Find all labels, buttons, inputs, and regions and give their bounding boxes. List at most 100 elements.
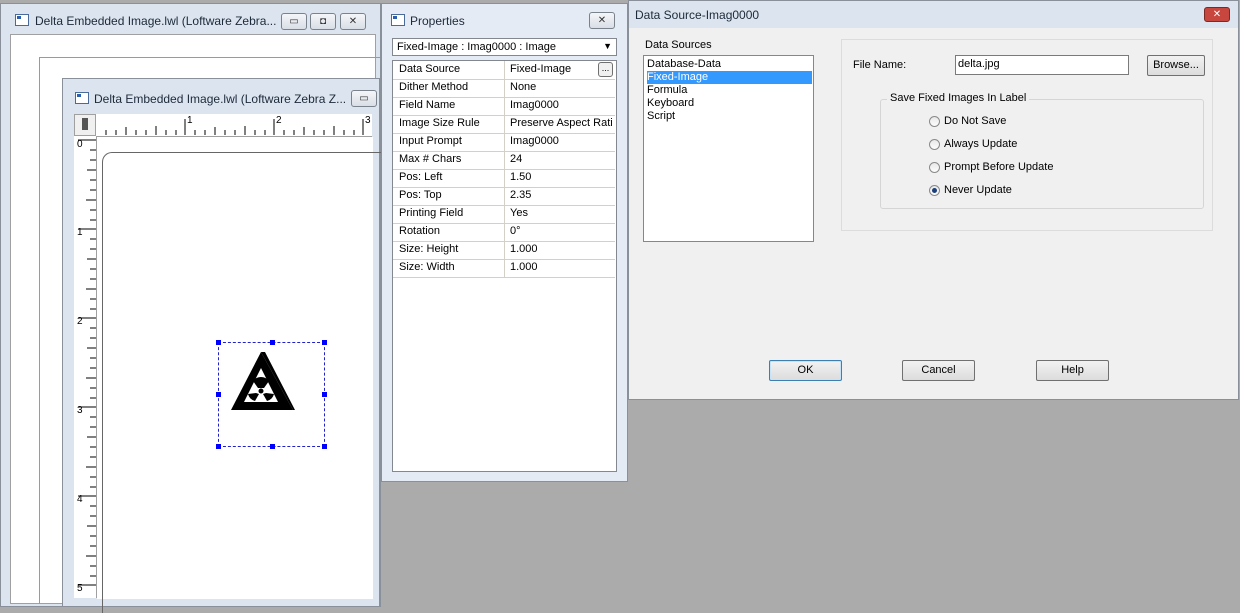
properties-icon	[391, 14, 405, 26]
property-row[interactable]: Size: Width 1.000	[393, 259, 615, 278]
object-selector-value: Fixed-Image : Imag0000 : Image	[397, 41, 556, 53]
ruler-corner	[74, 114, 96, 136]
file-name-label: File Name:	[853, 59, 907, 71]
resize-handle[interactable]	[216, 340, 221, 345]
property-value: 1.50	[510, 171, 532, 183]
property-key: Dither Method	[399, 81, 469, 93]
property-row[interactable]: Rotation 0°	[393, 223, 615, 242]
property-key: Input Prompt	[399, 135, 462, 147]
resize-handle[interactable]	[216, 392, 221, 397]
property-key: Size: Height	[399, 243, 459, 255]
list-item[interactable]: Keyboard	[647, 97, 812, 110]
properties-title: Properties	[410, 14, 465, 28]
resize-handle[interactable]	[216, 444, 221, 449]
browse-button[interactable]: Browse...	[1147, 55, 1205, 76]
property-key: Max # Chars	[399, 153, 462, 165]
property-key: Pos: Left	[399, 171, 443, 183]
list-item[interactable]: Database-Data	[647, 58, 812, 71]
property-value: Preserve Aspect Rati	[510, 117, 613, 129]
ruler-ticks	[105, 119, 364, 135]
property-key: Field Name	[399, 99, 456, 111]
cancel-button[interactable]: Cancel	[902, 360, 975, 381]
property-key: Pos: Top	[399, 189, 442, 201]
radio-label: Do Not Save	[944, 115, 1007, 127]
property-row[interactable]: Input Prompt Imag0000	[393, 133, 615, 152]
property-row[interactable]: Printing Field Yes	[393, 205, 615, 224]
property-value: 2.35	[510, 189, 532, 201]
property-value: 1.000	[510, 243, 538, 255]
data-source-dialog: Data Source-Imag0000 ✕ Data Sources Data…	[628, 0, 1239, 400]
property-row[interactable]: Dither Method None	[393, 79, 615, 98]
property-row[interactable]: Size: Height 1.000	[393, 241, 615, 260]
property-key: Printing Field	[399, 207, 464, 219]
resize-handle[interactable]	[270, 444, 275, 449]
vertical-ruler: 0 1 2 3 4 5	[74, 136, 97, 598]
property-key: Data Source	[399, 63, 461, 75]
object-selector[interactable]: Fixed-Image : Imag0000 : Image ▼	[392, 38, 617, 56]
ellipsis-button[interactable]: ...	[598, 62, 613, 77]
property-key: Size: Width	[399, 261, 455, 273]
radio-do-not-save[interactable]	[929, 116, 940, 127]
dialog-titlebar: Data Source-Imag0000 ✕	[629, 1, 1238, 28]
radio-prompt-before-update[interactable]	[929, 162, 940, 173]
minimize-button[interactable]: ▭	[351, 90, 377, 107]
ruler-ticks	[78, 139, 96, 586]
ruler-number: 3	[365, 115, 371, 126]
radio-label: Never Update	[944, 184, 1012, 196]
list-item[interactable]: Formula	[647, 84, 812, 97]
property-row[interactable]: Data Source Fixed-Image ...	[393, 61, 615, 80]
radio-always-update[interactable]	[929, 139, 940, 150]
app-icon	[75, 92, 89, 104]
ok-button[interactable]: OK	[769, 360, 842, 381]
app-icon	[15, 14, 29, 26]
radio-label: Prompt Before Update	[944, 161, 1054, 173]
property-grid: Data Source Fixed-Image ... Dither Method…	[392, 60, 617, 472]
help-button[interactable]: Help	[1036, 360, 1109, 381]
minimize-button[interactable]: ▭	[281, 13, 307, 30]
radio-never-update[interactable]	[929, 185, 940, 196]
property-row[interactable]: Image Size Rule Preserve Aspect Rati	[393, 115, 615, 134]
maximize-button[interactable]: ◘	[310, 13, 336, 30]
property-value: None	[510, 81, 537, 93]
options-panel: File Name: delta.jpg Browse... Save Fixe…	[841, 39, 1213, 231]
ruler-number: 5	[77, 583, 83, 594]
list-item[interactable]: Script	[647, 110, 812, 123]
property-value: Yes	[510, 207, 528, 219]
editor-window-front: Delta Embedded Image.lwl (Loftware Zebra…	[62, 78, 383, 613]
resize-handle[interactable]	[270, 340, 275, 345]
property-value: Imag0000	[510, 99, 559, 111]
property-value: Imag0000	[510, 135, 559, 147]
ruler-number: 1	[77, 227, 83, 238]
property-value: 0°	[510, 225, 521, 237]
design-surface[interactable]	[97, 137, 383, 613]
ruler-number: 0	[77, 139, 83, 150]
resize-handle[interactable]	[322, 444, 327, 449]
ruler-number: 3	[77, 405, 83, 416]
resize-handle[interactable]	[322, 340, 327, 345]
close-button[interactable]: ✕	[340, 13, 366, 30]
radio-label: Always Update	[944, 138, 1018, 150]
file-name-value: delta.jpg	[958, 58, 1000, 70]
dialog-title: Data Source-Imag0000	[635, 8, 760, 22]
data-sources-list[interactable]: Database-Data Fixed-Image Formula Keyboa…	[643, 55, 814, 242]
property-row[interactable]: Field Name Imag0000	[393, 97, 615, 116]
resize-handle[interactable]	[322, 392, 327, 397]
property-value: 24	[510, 153, 523, 165]
close-button[interactable]: ✕	[1204, 7, 1230, 22]
close-button[interactable]: ✕	[589, 12, 615, 29]
image-field-selection[interactable]	[216, 340, 327, 449]
chevron-down-icon: ▼	[603, 41, 612, 51]
horizontal-ruler: 1 2 3	[96, 114, 372, 137]
window-title: Delta Embedded Image.lwl (Loftware Zebra…	[94, 92, 347, 106]
ruler-number: 1	[187, 115, 193, 126]
file-name-input[interactable]: delta.jpg	[955, 55, 1129, 75]
ruler-number: 4	[77, 494, 83, 505]
property-row[interactable]: Max # Chars 24	[393, 151, 615, 170]
property-value: 1.000	[510, 261, 538, 273]
save-images-group: Save Fixed Images In Label Do Not Save A…	[880, 92, 1204, 209]
ruler-number: 2	[77, 316, 83, 327]
property-row[interactable]: Pos: Left 1.50	[393, 169, 615, 188]
list-item-selected[interactable]: Fixed-Image	[647, 71, 812, 84]
save-images-group-label: Save Fixed Images In Label	[887, 92, 1030, 104]
property-row[interactable]: Pos: Top 2.35	[393, 187, 615, 206]
